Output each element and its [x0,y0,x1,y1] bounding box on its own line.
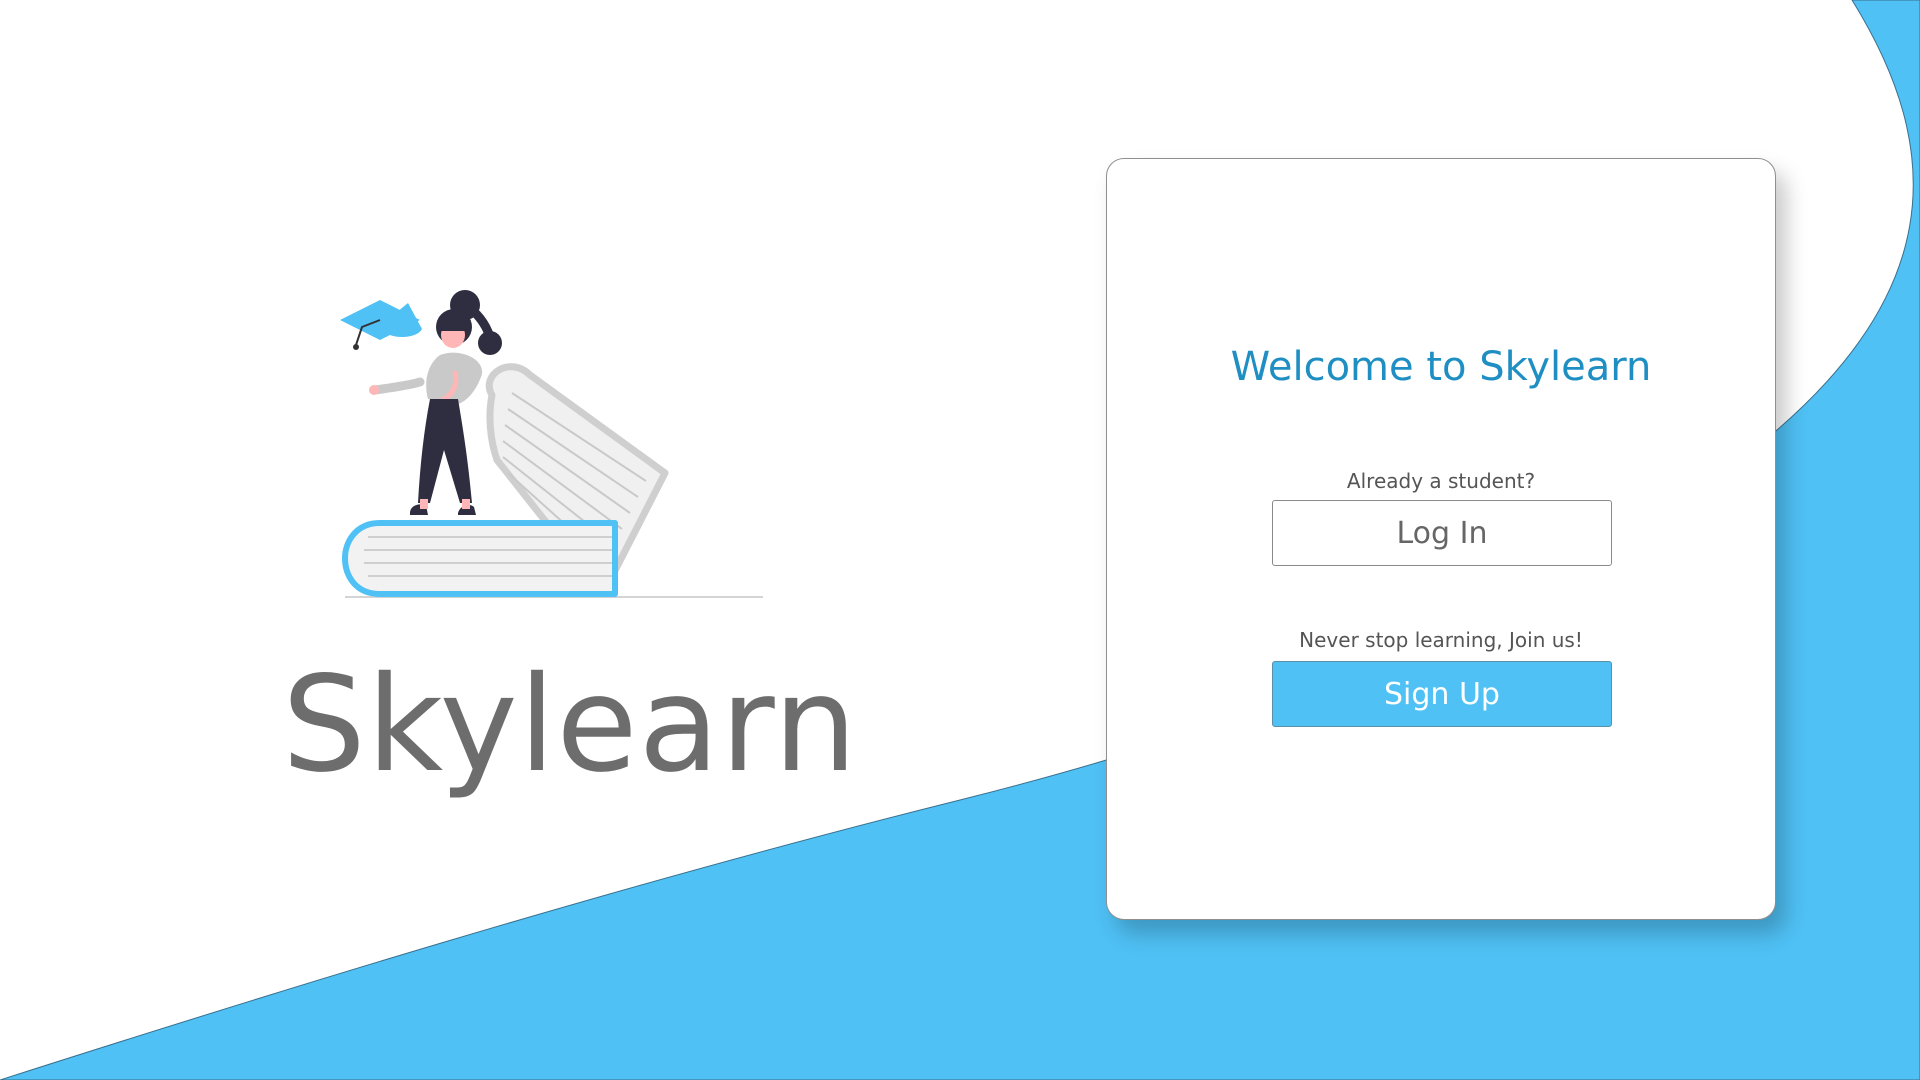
login-button[interactable]: Log In [1272,500,1612,566]
welcome-title: Welcome to Skylearn [1230,344,1652,390]
landing-page: Skylearn Welcome to Skylearn Already a s… [0,0,1920,1080]
lying-book-icon [342,520,618,597]
signup-prompt: Never stop learning, Join us! [1299,628,1583,652]
graduation-cap-icon [340,300,422,350]
student-illustration [340,290,763,598]
welcome-card: Welcome to Skylearn Already a student? L… [1106,158,1776,920]
signup-button[interactable]: Sign Up [1272,661,1612,727]
brand-name: Skylearn [282,648,859,802]
login-prompt: Already a student? [1346,469,1536,493]
